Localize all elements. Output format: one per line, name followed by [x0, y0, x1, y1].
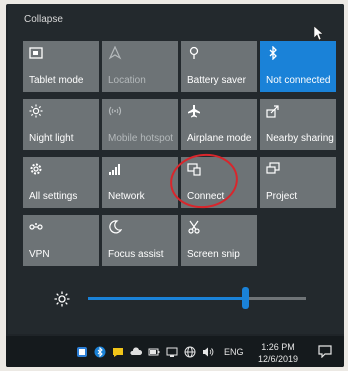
tile-label: Not connected [266, 75, 331, 86]
clock[interactable]: 1:26 PM 12/6/2019 [252, 341, 304, 365]
tablet-mode-icon [29, 46, 43, 60]
tile-label: Tablet mode [29, 75, 84, 86]
airplane-icon [187, 104, 201, 118]
tile-connect[interactable]: Connect [181, 157, 257, 208]
volume-tray-icon[interactable] [202, 346, 214, 358]
chat-tray-icon[interactable] [112, 346, 124, 358]
tile-night-light[interactable]: Night light [23, 99, 99, 150]
vpn-icon [29, 220, 43, 234]
app-tray-icon[interactable] [76, 346, 88, 358]
globe-tray-icon[interactable] [184, 346, 196, 358]
moon-icon [108, 220, 122, 234]
battery-tray-icon[interactable] [148, 346, 160, 358]
tile-battery-saver[interactable]: Battery saver [181, 41, 257, 92]
tile-label: Connect [187, 191, 225, 202]
tile-location[interactable]: Location [102, 41, 178, 92]
battery-saver-icon [187, 46, 201, 60]
connect-icon [187, 162, 201, 176]
tile-label: All settings [29, 191, 78, 202]
tile-label: Network [108, 191, 145, 202]
mouse-cursor-icon [314, 26, 324, 40]
tile-label: Battery saver [187, 75, 246, 86]
tile-screen-snip[interactable]: Screen snip [181, 215, 257, 266]
tile-vpn[interactable]: VPN [23, 215, 99, 266]
slider-thumb[interactable] [241, 287, 249, 309]
clock-date: 12/6/2019 [257, 354, 299, 364]
tile-project[interactable]: Project [260, 157, 336, 208]
tile-focus-assist[interactable]: Focus assist [102, 215, 178, 266]
tile-label: Airplane mode [187, 133, 252, 144]
cloud-tray-icon[interactable] [130, 346, 142, 358]
network-tray-icon[interactable] [166, 346, 178, 358]
tile-mobile-hotspot[interactable]: Mobile hotspot [102, 99, 178, 150]
tile-network[interactable]: Network [102, 157, 178, 208]
screen-snip-icon [187, 220, 201, 234]
notification-center-icon[interactable] [318, 345, 332, 358]
network-icon [108, 162, 122, 176]
language-indicator[interactable]: ENG [224, 347, 244, 357]
tile-bluetooth[interactable]: Not connected [260, 41, 336, 92]
project-icon [266, 162, 280, 176]
gear-icon [29, 162, 43, 176]
tile-label: Focus assist [108, 249, 164, 260]
location-icon [108, 46, 122, 60]
tile-label: Project [266, 191, 298, 202]
tile-label: Nearby sharing [266, 133, 334, 144]
tile-tablet-mode[interactable]: Tablet mode [23, 41, 99, 92]
collapse-link[interactable]: Collapse [24, 14, 63, 25]
bluetooth-tray-icon[interactable] [94, 346, 106, 358]
tile-all-settings[interactable]: All settings [23, 157, 99, 208]
tile-nearby-sharing[interactable]: Nearby sharing [260, 99, 336, 150]
mobile-hotspot-icon [108, 104, 122, 118]
tile-label: Mobile hotspot [108, 133, 174, 144]
tile-airplane-mode[interactable]: Airplane mode [181, 99, 257, 150]
action-center-panel: Collapse Tablet mode Location Battery sa… [8, 4, 344, 334]
bluetooth-icon [266, 46, 280, 60]
nearby-sharing-icon [266, 104, 280, 118]
tile-label: Night light [29, 133, 74, 144]
screen: Collapse Tablet mode Location Battery sa… [6, 4, 344, 367]
clock-time: 1:26 PM [261, 342, 295, 352]
night-light-icon [29, 104, 43, 118]
taskbar: ENG 1:26 PM 12/6/2019 [6, 336, 344, 367]
tile-label: Location [108, 75, 146, 86]
slider-fill [88, 297, 245, 300]
brightness-slider[interactable] [88, 287, 306, 309]
brightness-icon [54, 291, 70, 307]
tile-label: VPN [29, 249, 50, 260]
tile-label: Screen snip [187, 249, 240, 260]
